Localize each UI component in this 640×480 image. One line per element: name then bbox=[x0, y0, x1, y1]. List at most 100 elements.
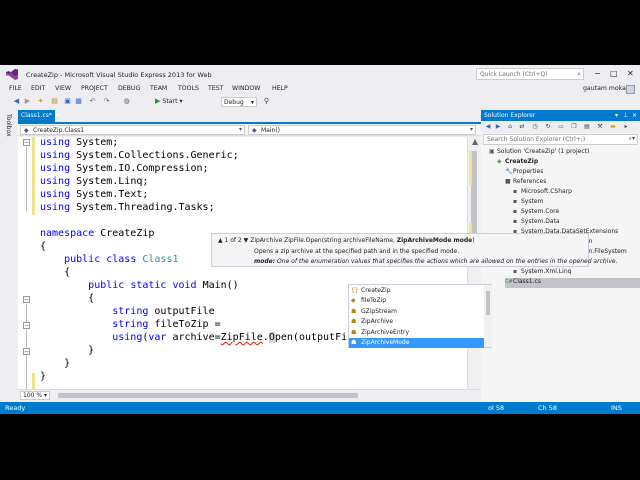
maximize-button[interactable]: □ bbox=[610, 69, 618, 78]
copy-icon[interactable]: ❐ bbox=[570, 123, 578, 131]
toolbox-label[interactable]: Toolbox bbox=[5, 114, 12, 137]
code-line[interactable]: using System; bbox=[40, 137, 118, 149]
find-icon[interactable]: ⚲ bbox=[262, 97, 271, 106]
tree-item[interactable]: ▪ System.Data bbox=[513, 218, 560, 228]
intellisense-scrollbar[interactable] bbox=[484, 285, 492, 347]
code-line[interactable]: { bbox=[40, 267, 70, 279]
code-line[interactable]: } bbox=[40, 358, 70, 370]
intellisense-item[interactable]: ☗ GZipStream bbox=[349, 307, 484, 317]
web-browser-icon[interactable]: ◍ bbox=[122, 97, 131, 106]
save-icon[interactable]: ▣ bbox=[63, 97, 72, 106]
code-line[interactable]: using System.Threading.Tasks; bbox=[40, 202, 215, 214]
intellisense-item[interactable]: ☗ ZipArchive bbox=[349, 317, 484, 327]
save-all-icon[interactable]: ▦ bbox=[74, 97, 83, 106]
overload-counter[interactable]: ▲ 1 of 2 ▼ bbox=[218, 237, 248, 244]
code-line[interactable]: { bbox=[40, 241, 46, 253]
show-all-files-icon[interactable]: ▤ bbox=[583, 123, 591, 131]
back-icon[interactable]: ◀ bbox=[484, 123, 492, 131]
preview-icon[interactable]: ▬ bbox=[609, 123, 617, 131]
menu-file[interactable]: FILE bbox=[9, 85, 22, 92]
collapse-icon[interactable]: − bbox=[23, 296, 30, 303]
horizontal-scrollbar-thumb[interactable] bbox=[58, 393, 358, 398]
home-icon[interactable]: ⌂ bbox=[506, 123, 514, 131]
menu-test[interactable]: TEST bbox=[208, 85, 223, 92]
menu-view[interactable]: VIEW bbox=[55, 85, 71, 92]
user-avatar[interactable] bbox=[626, 85, 635, 94]
chevron-down-icon: ▾ bbox=[250, 99, 254, 106]
collapse-icon[interactable]: − bbox=[23, 322, 30, 329]
forward-icon[interactable]: ▶ bbox=[494, 123, 502, 131]
forward-icon[interactable]: ▶ bbox=[23, 97, 32, 106]
tree-item[interactable]: ◈ CreateZip bbox=[497, 158, 538, 168]
pin-icon[interactable]: ⊥ bbox=[623, 112, 628, 119]
solution-explorer-search-input[interactable]: Search Solution Explorer (Ctrl+;) ⌕▾ bbox=[483, 134, 638, 145]
intellisense-item[interactable]: ◆ fileToZip bbox=[349, 296, 484, 306]
class-dropdown[interactable]: ◆ CreateZip.Class1 ▾ bbox=[20, 125, 245, 135]
tree-item[interactable]: C#Class1.cs bbox=[505, 278, 640, 288]
close-icon[interactable]: ✕ bbox=[632, 112, 637, 119]
collapse-icon[interactable]: − bbox=[23, 139, 30, 146]
intellisense-item[interactable]: {} CreateZip bbox=[349, 286, 484, 296]
menu-edit[interactable]: EDIT bbox=[31, 85, 45, 92]
scroll-up-icon[interactable]: ▲ bbox=[472, 137, 478, 146]
user-name[interactable]: gautam mokal bbox=[583, 85, 628, 92]
menu-team[interactable]: TEAM bbox=[150, 85, 167, 92]
history-icon[interactable]: ◷ bbox=[531, 123, 539, 131]
menu-help[interactable]: HELP bbox=[272, 85, 288, 92]
properties-icon[interactable]: ⚒ bbox=[596, 123, 604, 131]
tree-item[interactable]: ▪ System.Xml.Linq bbox=[513, 268, 571, 278]
collapse-all-icon[interactable]: ▭ bbox=[557, 123, 565, 131]
intellisense-item[interactable]: ☗ ZipArchiveEntry bbox=[349, 328, 484, 338]
code-line[interactable]: } bbox=[40, 371, 46, 383]
start-button[interactable]: ▶ Start ▾ bbox=[155, 97, 183, 105]
close-button[interactable]: ✕ bbox=[627, 69, 634, 78]
code-line[interactable]: { bbox=[40, 293, 94, 305]
intellisense-item[interactable]: ☗ ZipArchiveMode bbox=[349, 338, 484, 348]
tree-item[interactable]: ▣ Solution 'CreateZip' (1 project) bbox=[489, 148, 589, 158]
code-line[interactable]: } bbox=[40, 345, 94, 357]
tree-item[interactable]: 🔧Properties bbox=[505, 168, 543, 178]
close-icon[interactable]: ✕ bbox=[55, 112, 60, 119]
menu-tools[interactable]: TOOLS bbox=[178, 85, 199, 92]
code-line[interactable]: namespace CreateZip bbox=[40, 228, 154, 240]
zoom-select[interactable]: 100 % ▾ bbox=[20, 391, 50, 400]
menu-project[interactable]: PROJECT bbox=[81, 85, 108, 92]
code-line[interactable]: public class Class1 bbox=[40, 254, 178, 266]
sync-icon[interactable]: ⇄ bbox=[518, 123, 526, 131]
toolbox-strip[interactable]: Toolbox bbox=[0, 110, 18, 402]
configuration-select[interactable]: Debug ▾ bbox=[221, 97, 257, 107]
code-keyword: using bbox=[40, 150, 71, 161]
menu-debug[interactable]: DEBUG bbox=[118, 85, 140, 92]
member-dropdown[interactable]: ◆ Main() ▾ bbox=[248, 125, 476, 135]
quick-launch-input[interactable]: Quick Launch (Ctrl+Q) ⌕ bbox=[476, 68, 584, 80]
scrollbar-thumb[interactable] bbox=[486, 291, 490, 315]
new-project-icon[interactable]: ✦ bbox=[36, 97, 45, 106]
back-icon[interactable]: ◀ bbox=[12, 97, 21, 106]
code-line[interactable]: using(var archive=ZipFile.Open(outputFil… bbox=[40, 332, 396, 344]
tree-item[interactable]: ▪ System.Core bbox=[513, 208, 559, 218]
intellisense-item-label: ZipArchiveEntry bbox=[361, 328, 409, 336]
code-line[interactable]: using System.Text; bbox=[40, 189, 148, 201]
open-file-icon[interactable]: ▤ bbox=[50, 97, 59, 106]
code-line[interactable]: public static void Main() bbox=[40, 280, 239, 292]
tab-class1-cs[interactable]: Class1.cs* ✕ bbox=[18, 110, 60, 122]
intellisense-list[interactable]: {} CreateZip ◆ fileToZip ☗ GZipStream ☗ ZipArch… bbox=[348, 284, 492, 348]
menu-window[interactable]: WINDOW bbox=[232, 85, 260, 92]
code-line[interactable]: using System.Linq; bbox=[40, 176, 148, 188]
status-column: ol 58 bbox=[488, 404, 505, 412]
code-line[interactable]: using System.IO.Compression; bbox=[40, 163, 209, 175]
tree-item[interactable]: ▪ System bbox=[513, 198, 543, 208]
code-line[interactable]: string outputFile bbox=[40, 306, 214, 318]
more-icon[interactable]: ▸ bbox=[622, 123, 630, 131]
undo-icon[interactable]: ↶ bbox=[88, 97, 97, 106]
refresh-icon[interactable]: ↻ bbox=[544, 123, 552, 131]
collapse-icon[interactable]: − bbox=[23, 348, 30, 355]
tree-item[interactable]: ■ References bbox=[505, 178, 546, 188]
code-line[interactable]: string fileToZip = bbox=[40, 319, 220, 331]
redo-icon[interactable]: ↷ bbox=[102, 97, 111, 106]
code-line[interactable]: using System.Collections.Generic; bbox=[40, 150, 239, 162]
param-description: One of the enumeration values that speci… bbox=[275, 258, 618, 265]
minimize-button[interactable]: − bbox=[594, 69, 601, 78]
tree-item[interactable]: ▪ Microsoft.CSharp bbox=[513, 188, 572, 198]
dropdown-icon[interactable]: ▾ bbox=[615, 112, 618, 119]
